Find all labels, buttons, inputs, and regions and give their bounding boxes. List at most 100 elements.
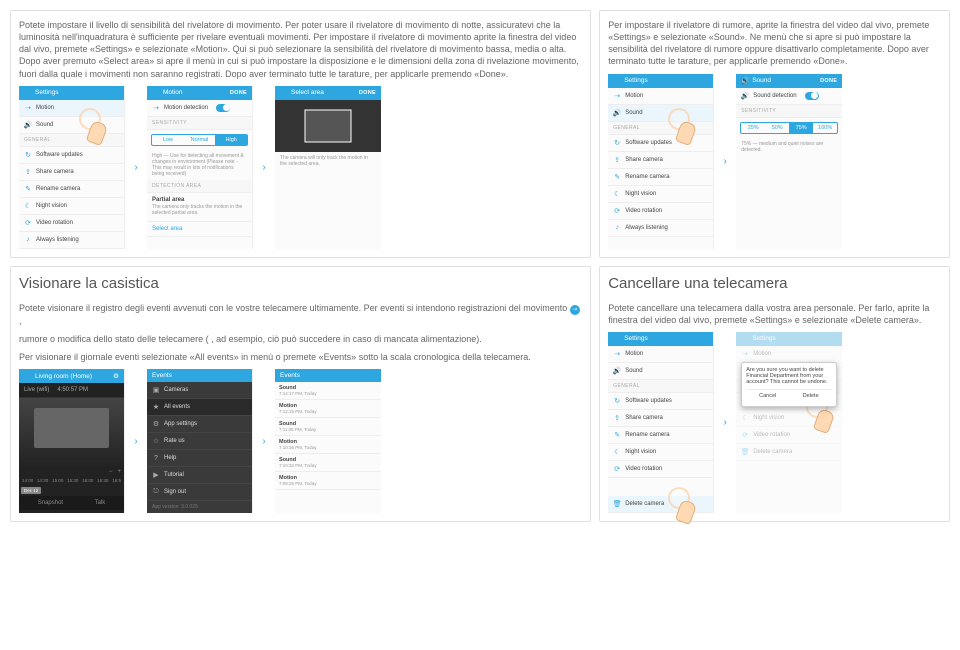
sound-toggle[interactable] xyxy=(805,92,819,100)
event-row[interactable]: Sound7:14:17 PM, Today xyxy=(275,382,381,400)
chevron-icon: › xyxy=(720,156,730,167)
sec-general: GENERAL xyxy=(608,122,713,135)
select-area-link[interactable]: Select area xyxy=(147,222,252,237)
menu-rate[interactable]: Rate us xyxy=(164,438,185,444)
live-preview[interactable] xyxy=(19,398,124,468)
phone-settings-motion: ⚙Settings ⇢Motion 🔊Sound GENERAL ↻Softwa… xyxy=(19,86,125,249)
rotate-icon: ⟳ xyxy=(613,465,621,473)
menu-all-events[interactable]: All events xyxy=(164,404,190,410)
chevron-icon: › xyxy=(259,436,269,447)
motion-toggle[interactable] xyxy=(216,104,230,112)
camera-preview[interactable] xyxy=(275,100,381,152)
rotate-icon: ⟳ xyxy=(613,207,621,215)
menu-rot[interactable]: Video rotation xyxy=(625,208,662,214)
menu-sw[interactable]: Software updates xyxy=(625,398,672,404)
hdr-select: Select area xyxy=(291,89,324,96)
area-icon: ▭ xyxy=(280,89,288,97)
menu-share[interactable]: Share camera xyxy=(625,415,663,421)
menu-night[interactable]: Night vision xyxy=(625,191,656,197)
event-row[interactable]: Sound7:11:05 PM, Today xyxy=(275,418,381,436)
delete-dialog: Are you sure you want to delete Financia… xyxy=(741,362,837,407)
gear-icon: ⚙ xyxy=(152,420,160,428)
menu-night[interactable]: Night vision xyxy=(36,203,67,209)
menu-motion[interactable]: Motion xyxy=(625,93,643,99)
done-button[interactable]: DONE xyxy=(359,90,376,96)
menu-motion[interactable]: Motion xyxy=(36,105,54,111)
menu-always[interactable]: Always listening xyxy=(625,225,668,231)
sound-icon: 🔊 xyxy=(24,121,32,129)
sound-icon: 🔊 xyxy=(613,109,621,117)
events-prose1: Potete visionare il registro degli event… xyxy=(19,302,582,327)
camera-icon: ▣ xyxy=(152,386,160,394)
menu-always[interactable]: Always listening xyxy=(36,237,79,243)
update-icon: ↻ xyxy=(24,151,32,159)
menu-share[interactable]: Share camera xyxy=(625,157,663,163)
menu-cameras[interactable]: Cameras xyxy=(164,387,188,393)
gear-icon: ⚙ xyxy=(613,77,621,85)
sound-icon: 🔊 xyxy=(613,367,621,375)
event-row[interactable]: Sound7:10:32 PM, Today xyxy=(275,454,381,472)
menu-app-settings[interactable]: App settings xyxy=(164,421,197,427)
timeline[interactable]: 14:0014:3015:0015:3016:0016:3016:5 xyxy=(19,476,124,485)
menu-rename[interactable]: Rename camera xyxy=(625,174,669,180)
menu-help[interactable]: Help xyxy=(164,455,176,461)
night-icon: ☾ xyxy=(24,202,32,210)
menu-sound[interactable]: Sound xyxy=(36,122,53,128)
sec-sens: SENSITIVITY xyxy=(147,117,252,130)
chevron-icon: › xyxy=(131,162,141,173)
menu-sound[interactable]: Sound xyxy=(625,368,642,374)
gear-icon[interactable]: ⚙ xyxy=(113,372,119,380)
event-row[interactable]: Motion7:10:36 PM, Today xyxy=(275,436,381,454)
select-note: The camera will only track the motion in… xyxy=(275,152,381,170)
menu-rename[interactable]: Rename camera xyxy=(625,432,669,438)
sound-icon: 🔊 xyxy=(741,92,749,100)
rename-icon: ✎ xyxy=(613,173,621,181)
menu-signout[interactable]: Sign out xyxy=(164,489,186,495)
cancel-button[interactable]: Cancel xyxy=(746,390,789,402)
menu-share[interactable]: Share camera xyxy=(36,169,74,175)
snd-segment[interactable]: 25%50%75%100% xyxy=(740,122,838,134)
rotate-icon: ⟳ xyxy=(24,219,32,227)
menu-rot[interactable]: Video rotation xyxy=(625,466,662,472)
live-time: 4:50:57 PM xyxy=(57,387,88,393)
menu-sw[interactable]: Software updates xyxy=(625,140,672,146)
gear-icon: ⚙ xyxy=(741,335,749,343)
share-icon: ⇪ xyxy=(613,414,621,422)
chevron-icon: › xyxy=(131,436,141,447)
done-button[interactable]: DONE xyxy=(230,90,247,96)
menu-motion[interactable]: Motion xyxy=(625,351,643,357)
snapshot-button[interactable]: Snapshot xyxy=(38,500,63,506)
hdr-events: Events xyxy=(152,372,172,379)
delete-title: Cancellare una telecamera xyxy=(608,275,941,292)
event-row[interactable]: Motion7:09:25 PM, Today xyxy=(275,472,381,490)
delete-prose: Potete cancellare una telecamera dalla v… xyxy=(608,302,941,326)
menu-rot[interactable]: Video rotation xyxy=(36,220,73,226)
update-icon: ↻ xyxy=(613,397,621,405)
hdr-settings: Settings xyxy=(35,89,59,96)
sens-segment[interactable]: LowNormalHigh xyxy=(151,134,248,146)
rename-icon: ✎ xyxy=(24,185,32,193)
menu-sw[interactable]: Software updates xyxy=(36,152,83,158)
phone-settings-delete: ⚙Settings ⇢Motion 🔊Sound GENERAL ↻Softwa… xyxy=(608,332,714,513)
motion-det-label: Motion detection xyxy=(164,105,208,111)
motion-icon: ⇢ xyxy=(613,92,621,100)
menu-tutorial[interactable]: Tutorial xyxy=(164,472,184,478)
sec-sens: SENSITIVITY xyxy=(736,105,842,118)
sens-note: High — Use for detecting all movement & … xyxy=(147,150,252,180)
hdr-settings: Settings xyxy=(752,335,776,342)
listen-icon: ♪ xyxy=(24,236,32,244)
phone-motion: ⇢MotionDONE ⇢Motion detection SENSITIVIT… xyxy=(147,86,253,249)
menu-sound[interactable]: Sound xyxy=(625,110,642,116)
menu-rename[interactable]: Rename camera xyxy=(36,186,80,192)
menu-delete[interactable]: Delete camera xyxy=(625,501,664,507)
event-row[interactable]: Motion7:12:15 PM, Today xyxy=(275,400,381,418)
hdr-events: Events xyxy=(280,372,300,379)
done-button[interactable]: DONE xyxy=(820,78,837,84)
talk-button[interactable]: Talk xyxy=(95,500,106,506)
motion-icon: ⇢ xyxy=(613,350,621,358)
menu-night[interactable]: Night vision xyxy=(625,449,656,455)
partial-label: Partial area xyxy=(152,197,184,203)
sound-prose: Per impostare il rivelatore di rumore, a… xyxy=(608,19,941,68)
events-prose2: rumore o modifica dello stato delle tele… xyxy=(19,333,582,345)
delete-button[interactable]: Delete xyxy=(789,390,832,402)
